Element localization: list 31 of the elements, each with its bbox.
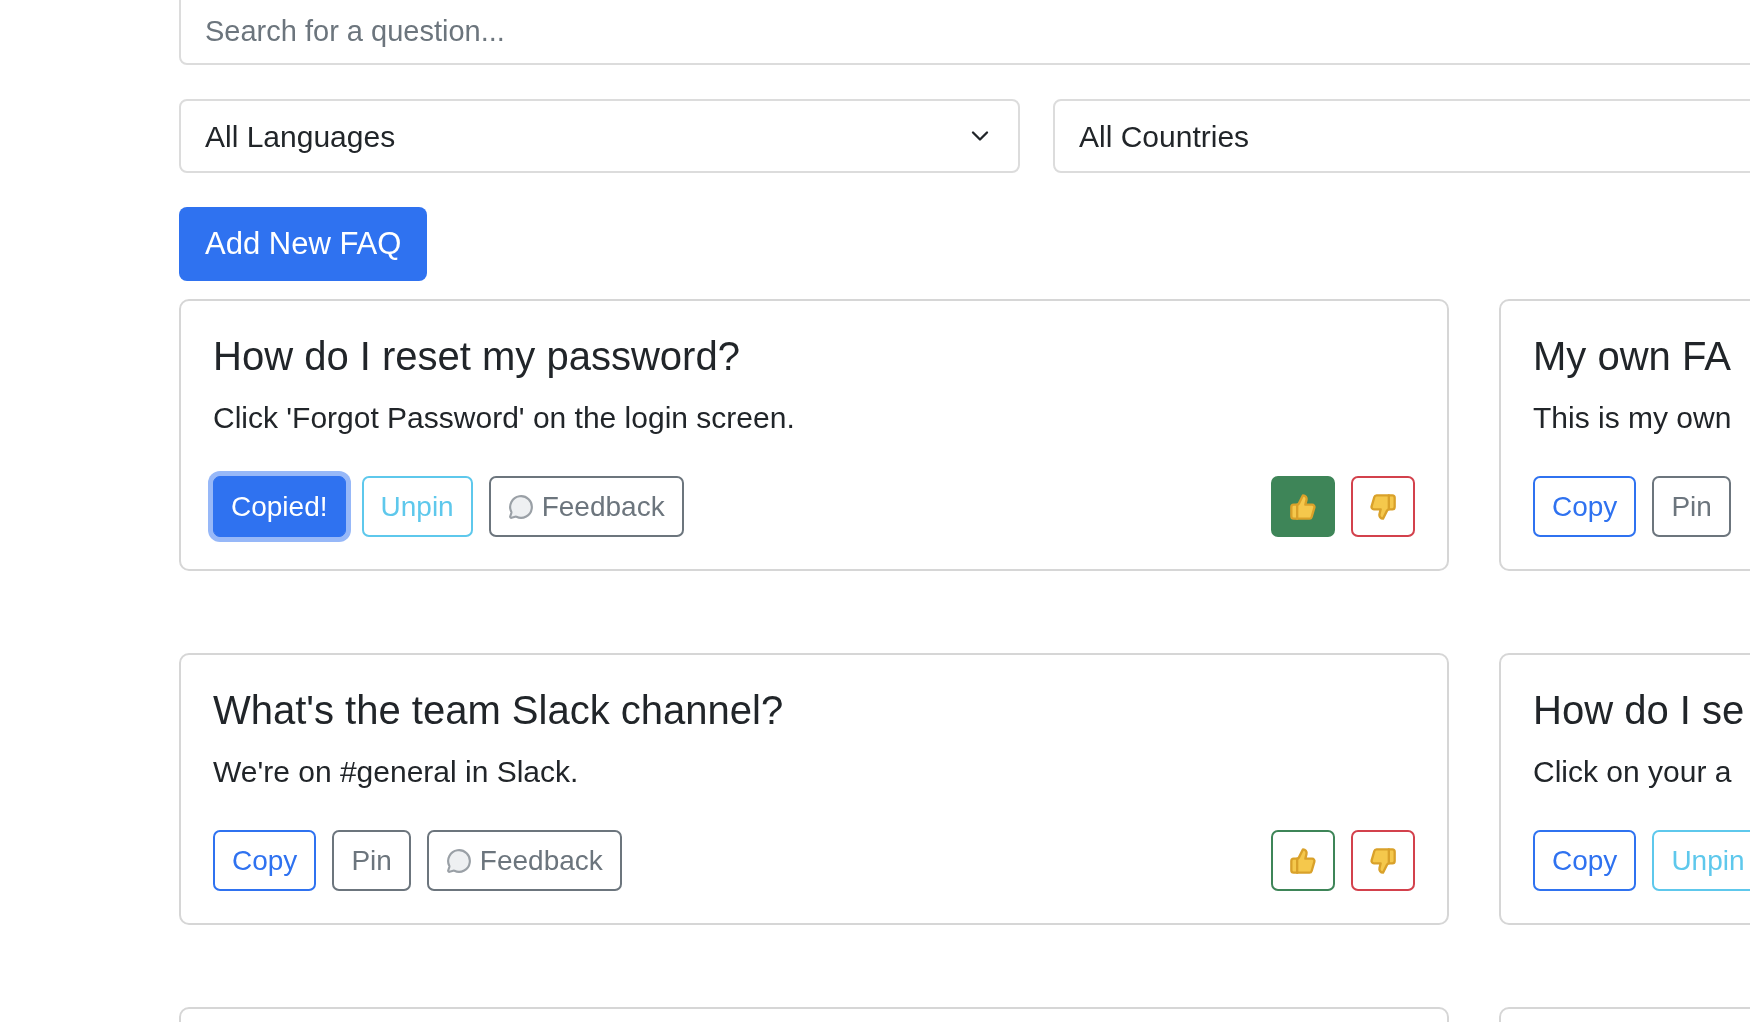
filter-dropdown[interactable]: All Languages — [179, 99, 1020, 173]
copy-button[interactable]: Copy — [1533, 476, 1637, 537]
faq-question: How do I reset my password? — [213, 333, 741, 380]
faq-answer: This is my own — [1533, 400, 1733, 436]
thumbs-down-icon — [1369, 492, 1397, 521]
dropdown-value: All Languages — [205, 118, 396, 155]
faq-answer: Click 'Forgot Password' on the login screen. — [213, 400, 796, 436]
thumbs-down-icon — [1369, 846, 1397, 875]
add-faq-button[interactable]: Add New FAQ — [179, 207, 428, 281]
feedback-button[interactable]: Feedback — [488, 476, 684, 537]
faq-answer: We're on #general in Slack. — [213, 754, 580, 790]
thumbs-down-button[interactable] — [1351, 476, 1415, 537]
faq-question: My own FA — [1533, 333, 1732, 380]
pin-button[interactable]: Pin — [332, 830, 411, 891]
thumbs-up-button[interactable] — [1271, 830, 1335, 891]
copy-button[interactable]: Copy — [1533, 830, 1637, 891]
filter-dropdown[interactable]: All Countries — [1053, 99, 1750, 173]
feedback-button[interactable]: Feedback — [426, 830, 622, 891]
copy-button[interactable]: Copy — [213, 830, 317, 891]
speech-bubble-icon — [445, 847, 472, 874]
dropdown-value: All Countries — [1079, 118, 1250, 155]
thumbs-down-button[interactable] — [1351, 830, 1415, 891]
faq-question: What's the team Slack channel? — [213, 687, 785, 734]
thumbs-up-icon — [1289, 846, 1317, 875]
thumbs-up-icon — [1289, 492, 1317, 521]
search-field[interactable]: Search for a question... — [179, 0, 1750, 65]
faq-answer: Click on your a — [1533, 754, 1733, 790]
thumbs-up-button[interactable] — [1271, 476, 1335, 537]
faq-question: How do I se — [1533, 687, 1746, 734]
pin-button[interactable]: Pin — [1652, 476, 1731, 537]
speech-bubble-icon — [507, 493, 534, 520]
